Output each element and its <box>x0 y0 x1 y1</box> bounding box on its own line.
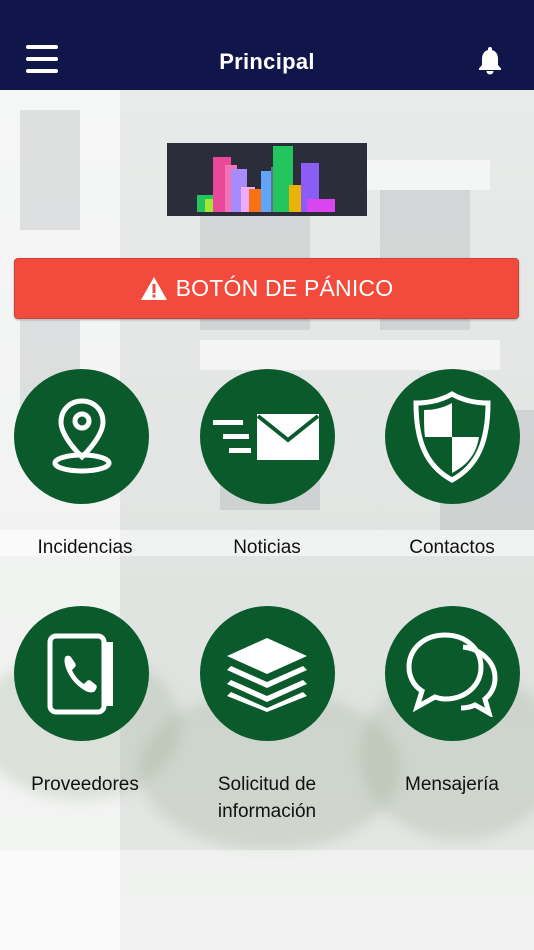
menu-item-contactos[interactable]: Contactos <box>367 369 534 561</box>
location-pin-icon <box>52 397 111 473</box>
hamburger-menu-icon[interactable] <box>26 45 58 75</box>
phone-book-icon <box>47 633 113 714</box>
menu-item-label: Noticias <box>233 537 301 558</box>
incidencias-circle <box>14 369 149 504</box>
shield-icon <box>413 390 491 483</box>
warning-triangle-icon <box>140 277 167 300</box>
menu-item-incidencias[interactable]: Incidencias <box>0 369 170 561</box>
panic-button-label: BOTÓN DE PÁNICO <box>175 275 394 301</box>
panic-button[interactable]: BOTÓN DE PÁNICO <box>14 258 519 319</box>
menu-item-label: Incidencias <box>37 537 133 558</box>
menu-item-label: Proveedores <box>31 774 139 795</box>
navigation-bar: Principal <box>0 34 534 90</box>
menu-item-solicitud-de-informacion[interactable]: Solicitud de información <box>182 606 352 825</box>
menu-item-label: Solicitud de información <box>217 774 317 822</box>
menu-item-noticias[interactable]: Noticias <box>182 369 352 561</box>
noticias-circle <box>199 369 335 504</box>
bell-icon[interactable] <box>474 44 506 76</box>
menu-item-label: Contactos <box>409 537 495 558</box>
menu-item-proveedores[interactable]: Proveedores <box>0 606 170 798</box>
contactos-circle <box>384 369 520 504</box>
proveedores-circle <box>14 606 149 741</box>
app-logo <box>167 143 367 216</box>
layers-icon <box>227 637 307 712</box>
chat-bubbles-icon <box>406 631 498 717</box>
fast-mail-icon <box>213 413 320 460</box>
solicitud-circle <box>199 606 335 741</box>
status-bar <box>0 0 534 34</box>
mensajeria-circle <box>384 606 520 741</box>
menu-item-label: Mensajería <box>405 774 499 795</box>
page-title: Principal <box>219 49 315 74</box>
menu-item-mensajeria[interactable]: Mensajería <box>367 606 534 798</box>
